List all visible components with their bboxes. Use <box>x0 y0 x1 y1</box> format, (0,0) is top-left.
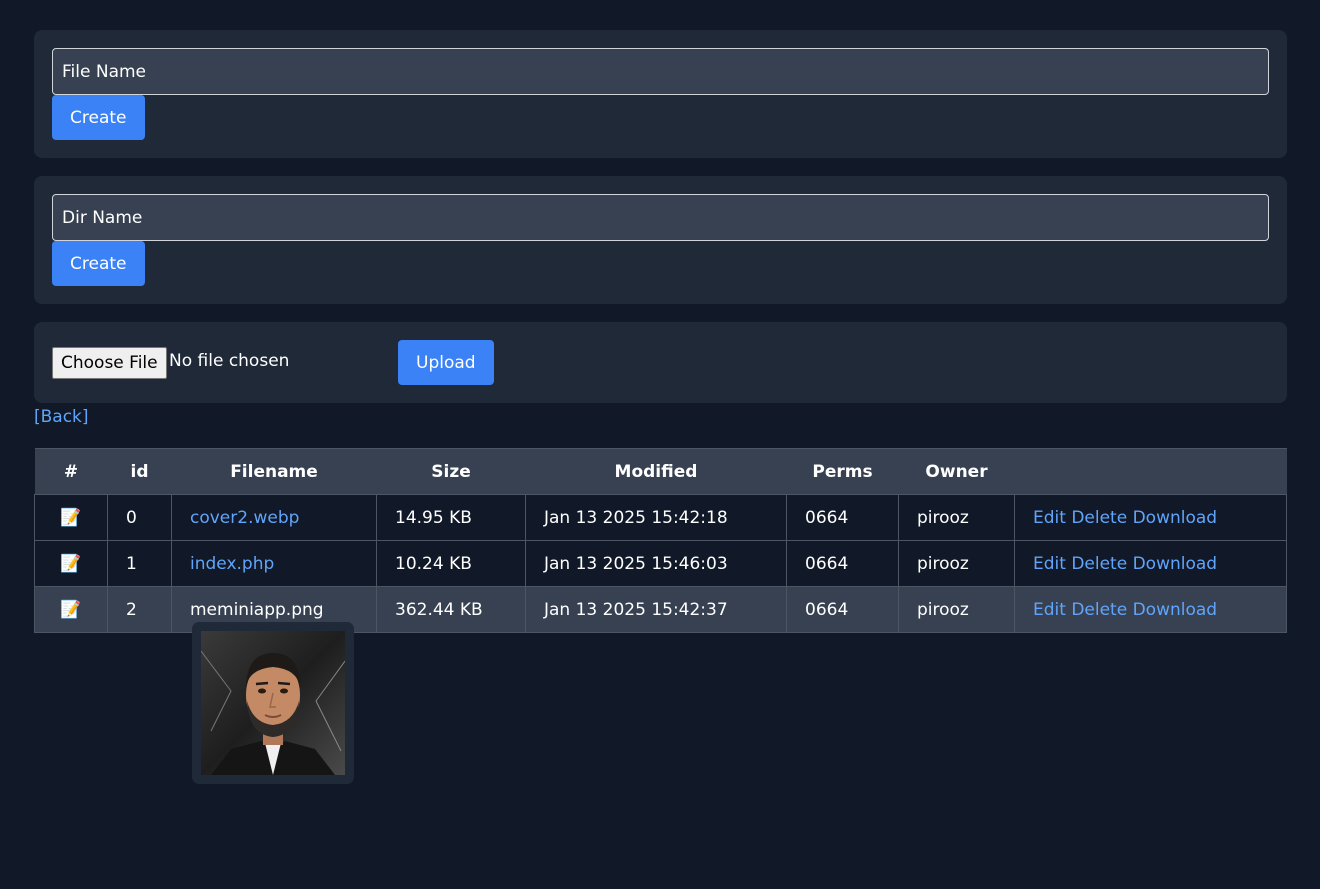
table-header-row: # id Filename Size Modified Perms Owner <box>34 448 1287 495</box>
edit-link[interactable]: Edit <box>1033 508 1066 528</box>
filename-link[interactable]: cover2.webp <box>190 508 299 528</box>
delete-link[interactable]: Delete <box>1071 600 1127 620</box>
row-size: 10.24 KB <box>376 540 526 587</box>
memo-icon[interactable]: 📝 <box>60 554 81 574</box>
col-header-hash: # <box>34 448 108 495</box>
back-link[interactable]: [Back] <box>34 407 89 427</box>
row-edit-icon-cell: 📝 <box>34 494 108 541</box>
no-file-chosen-text: No file chosen <box>169 351 290 371</box>
upload-form: Choose File No file chosen Upload <box>34 322 1287 403</box>
row-owner: pirooz <box>898 494 1015 541</box>
delete-link[interactable]: Delete <box>1071 554 1127 574</box>
download-link[interactable]: Download <box>1133 600 1218 620</box>
col-header-id: id <box>107 448 172 495</box>
row-modified: Jan 13 2025 15:42:37 <box>525 586 787 633</box>
row-modified: Jan 13 2025 15:42:18 <box>525 494 787 541</box>
row-modified: Jan 13 2025 15:46:03 <box>525 540 787 587</box>
row-id: 1 <box>107 540 172 587</box>
create-file-button[interactable]: Create <box>52 95 145 140</box>
row-filename-cell: cover2.webp <box>171 494 377 541</box>
create-dir-button[interactable]: Create <box>52 241 145 286</box>
row-edit-icon-cell: 📝 <box>34 586 108 633</box>
memo-icon[interactable]: 📝 <box>60 600 81 620</box>
memo-icon[interactable]: 📝 <box>60 508 81 528</box>
col-header-size: Size <box>376 448 526 495</box>
row-id: 2 <box>107 586 172 633</box>
delete-link[interactable]: Delete <box>1071 508 1127 528</box>
dir-name-input[interactable] <box>52 194 1269 241</box>
row-perms: 0664 <box>786 586 899 633</box>
table-row: 📝 1 index.php 10.24 KB Jan 13 2025 15:46… <box>34 540 1287 587</box>
row-perms: 0664 <box>786 540 899 587</box>
row-id: 0 <box>107 494 172 541</box>
file-manager: Create Create Choose File No file chosen… <box>34 30 1287 784</box>
table-row: 📝 0 cover2.webp 14.95 KB Jan 13 2025 15:… <box>34 494 1287 541</box>
create-dir-form: Create <box>34 176 1287 304</box>
create-file-form: Create <box>34 30 1287 158</box>
col-header-actions <box>1014 448 1287 495</box>
col-header-filename: Filename <box>171 448 377 495</box>
row-perms: 0664 <box>786 494 899 541</box>
row-actions: Edit Delete Download <box>1014 540 1287 587</box>
file-table: # id Filename Size Modified Perms Owner … <box>34 448 1287 633</box>
edit-link[interactable]: Edit <box>1033 600 1066 620</box>
filename-link[interactable]: index.php <box>190 554 274 574</box>
col-header-owner: Owner <box>898 448 1015 495</box>
edit-link[interactable]: Edit <box>1033 554 1066 574</box>
upload-button[interactable]: Upload <box>398 340 494 385</box>
image-preview-tooltip <box>192 622 354 784</box>
col-header-modified: Modified <box>525 448 787 495</box>
choose-file-button[interactable]: Choose File <box>52 347 167 379</box>
row-owner: pirooz <box>898 586 1015 633</box>
row-size: 14.95 KB <box>376 494 526 541</box>
download-link[interactable]: Download <box>1133 508 1218 528</box>
row-edit-icon-cell: 📝 <box>34 540 108 587</box>
portrait-thumbnail <box>201 631 345 775</box>
row-size: 362.44 KB <box>376 586 526 633</box>
col-header-perms: Perms <box>786 448 899 495</box>
row-actions: Edit Delete Download <box>1014 586 1287 633</box>
filename-text[interactable]: meminiapp.png <box>190 600 324 620</box>
download-link[interactable]: Download <box>1133 554 1218 574</box>
row-filename-cell: index.php <box>171 540 377 587</box>
row-actions: Edit Delete Download <box>1014 494 1287 541</box>
file-name-input[interactable] <box>52 48 1269 95</box>
row-owner: pirooz <box>898 540 1015 587</box>
